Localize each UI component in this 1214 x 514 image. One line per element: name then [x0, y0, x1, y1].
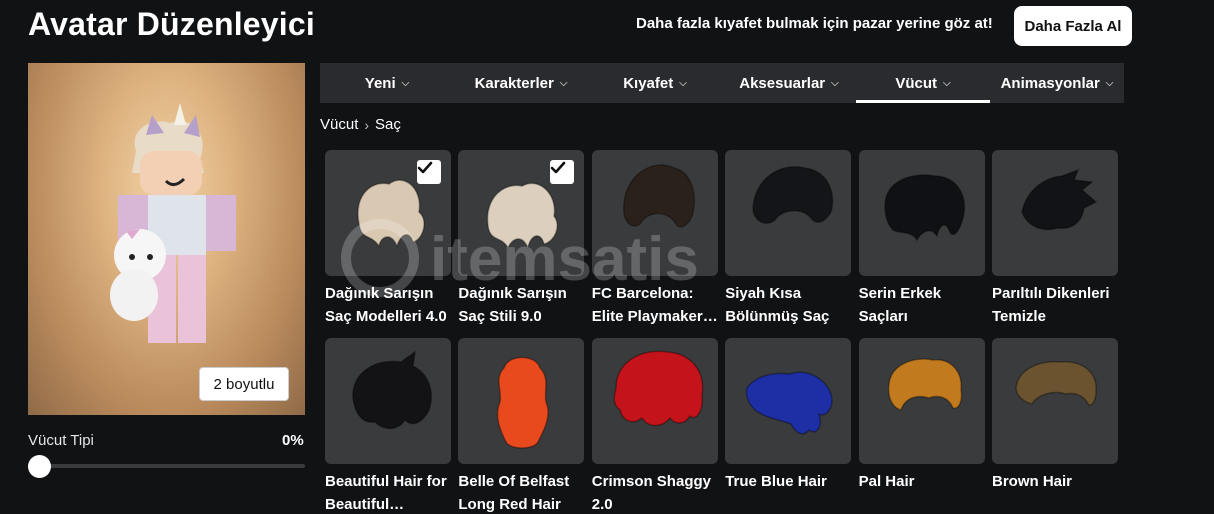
hair-preview	[497, 356, 550, 449]
item-thumbnail[interactable]	[858, 150, 985, 276]
item-name[interactable]: Belle Of Belfast Long Red Hair	[458, 470, 588, 514]
body-type-label: Vücut Tipi	[28, 432, 94, 449]
hair-preview	[752, 166, 834, 224]
hair-item-card[interactable]: True Blue Hair	[725, 338, 852, 493]
get-more-button[interactable]: Daha Fazla Al	[1014, 6, 1132, 46]
item-name[interactable]: Siyah Kısa Bölünmüş Saç	[725, 282, 855, 328]
tab-label: Yeni	[364, 74, 396, 92]
item-name[interactable]: Parıltılı Dikenleri Temizle	[992, 282, 1122, 328]
item-thumbnail[interactable]	[591, 150, 718, 276]
equipped-check-icon[interactable]	[417, 160, 441, 184]
chevron-down-icon: ⌵	[559, 77, 568, 89]
item-name[interactable]: Serin Erkek Saçları	[859, 282, 989, 328]
hair-item-card[interactable]: Serin Erkek Saçları	[858, 150, 985, 328]
item-name[interactable]: Dağınık Sarışın Saç Modelleri 4.0	[325, 282, 455, 328]
hair-preview	[1015, 360, 1097, 406]
chevron-down-icon: ⌵	[1105, 77, 1114, 89]
category-tabs: Yeni ⌵ Karakterler ⌵ Kıyafet ⌵ Aksesuarlar ⌵ Vüc…	[320, 63, 1124, 103]
hair-item-card[interactable]: Dağınık Sarışın Saç Stili 9.0	[458, 150, 585, 328]
item-name[interactable]: Dağınık Sarışın Saç Stili 9.0	[458, 282, 588, 328]
item-name[interactable]: Beautiful Hair for Beautiful…	[325, 470, 455, 514]
item-thumbnail[interactable]	[858, 338, 985, 464]
item-thumbnail[interactable]	[725, 338, 852, 464]
hair-preview	[352, 350, 433, 430]
item-thumbnail[interactable]	[591, 338, 718, 464]
hair-item-card[interactable]: Parıltılı Dikenleri Temizle	[992, 150, 1118, 328]
item-thumbnail[interactable]	[458, 338, 585, 464]
hair-preview	[1021, 168, 1098, 231]
item-name[interactable]: Crimson Shaggy 2.0	[592, 470, 722, 514]
chevron-down-icon: ⌵	[943, 77, 951, 89]
chevron-down-icon: ⌵	[401, 77, 410, 89]
hair-preview	[883, 174, 965, 242]
tab-1[interactable]: Karakterler ⌵	[454, 63, 588, 103]
tab-label: Aksesuarlar	[739, 74, 826, 92]
hair-preview	[887, 358, 962, 411]
hair-item-card[interactable]: Beautiful Hair for Beautiful…	[325, 338, 451, 514]
hair-item-card[interactable]: Dağınık Sarışın Saç Modelleri 4.0	[325, 150, 451, 328]
avatar-preview[interactable]: 2 boyutlu	[28, 63, 305, 415]
tab-label: Animasyonlar	[1000, 74, 1100, 92]
hair-item-card[interactable]: Crimson Shaggy 2.0	[591, 338, 718, 514]
avatar-figure	[110, 103, 236, 343]
hair-item-card[interactable]: Brown Hair	[992, 338, 1118, 493]
chevron-down-icon: ⌵	[679, 77, 687, 89]
page-title: Avatar Düzenleyici	[28, 6, 315, 42]
hair-item-card[interactable]: Belle Of Belfast Long Red Hair	[458, 338, 585, 514]
breadcrumb-parent[interactable]: Vücut	[320, 116, 358, 133]
marketplace-promo-text: Daha fazla kıyafet bulmak için pazar yer…	[636, 15, 993, 32]
tab-3[interactable]: Aksesuarlar ⌵	[722, 63, 856, 103]
body-type-value: 0%	[282, 432, 304, 449]
item-thumbnail[interactable]	[992, 150, 1118, 276]
hair-item-card[interactable]: Pal Hair	[858, 338, 985, 493]
body-type-slider-thumb[interactable]	[28, 455, 51, 478]
item-name[interactable]: Brown Hair	[992, 470, 1122, 493]
tab-4[interactable]: Vücut ⌵	[856, 63, 990, 103]
item-thumbnail[interactable]	[725, 150, 852, 276]
tab-0[interactable]: Yeni ⌵	[320, 63, 454, 103]
hair-preview	[622, 164, 695, 228]
equipped-check-icon[interactable]	[550, 160, 575, 184]
item-name[interactable]: Pal Hair	[859, 470, 989, 493]
item-name[interactable]: True Blue Hair	[725, 470, 855, 493]
item-thumbnail[interactable]	[458, 150, 585, 276]
item-thumbnail[interactable]	[992, 338, 1118, 464]
tab-label: Vücut	[895, 74, 938, 92]
tab-5[interactable]: Animasyonlar ⌵	[990, 63, 1124, 103]
tab-label: Karakterler	[474, 74, 554, 92]
hair-preview	[745, 371, 833, 435]
chevron-right-icon: ›	[364, 116, 370, 133]
item-thumbnail[interactable]	[325, 338, 451, 464]
hair-item-card[interactable]: FC Barcelona: Elite Playmaker…	[591, 150, 718, 328]
hair-item-card[interactable]: Siyah Kısa Bölünmüş Saç	[725, 150, 852, 328]
breadcrumb-current: Saç	[375, 116, 401, 133]
item-thumbnail[interactable]	[325, 150, 451, 276]
body-type-slider-track[interactable]	[28, 464, 305, 468]
tab-label: Kıyafet	[623, 74, 674, 92]
2d-toggle-button[interactable]: 2 boyutlu	[199, 367, 289, 401]
hair-preview	[613, 350, 704, 427]
item-name[interactable]: FC Barcelona: Elite Playmaker…	[592, 282, 722, 328]
breadcrumb: Vücut › Saç	[320, 116, 401, 133]
chevron-down-icon: ⌵	[831, 77, 839, 89]
tab-2[interactable]: Kıyafet ⌵	[588, 63, 722, 103]
